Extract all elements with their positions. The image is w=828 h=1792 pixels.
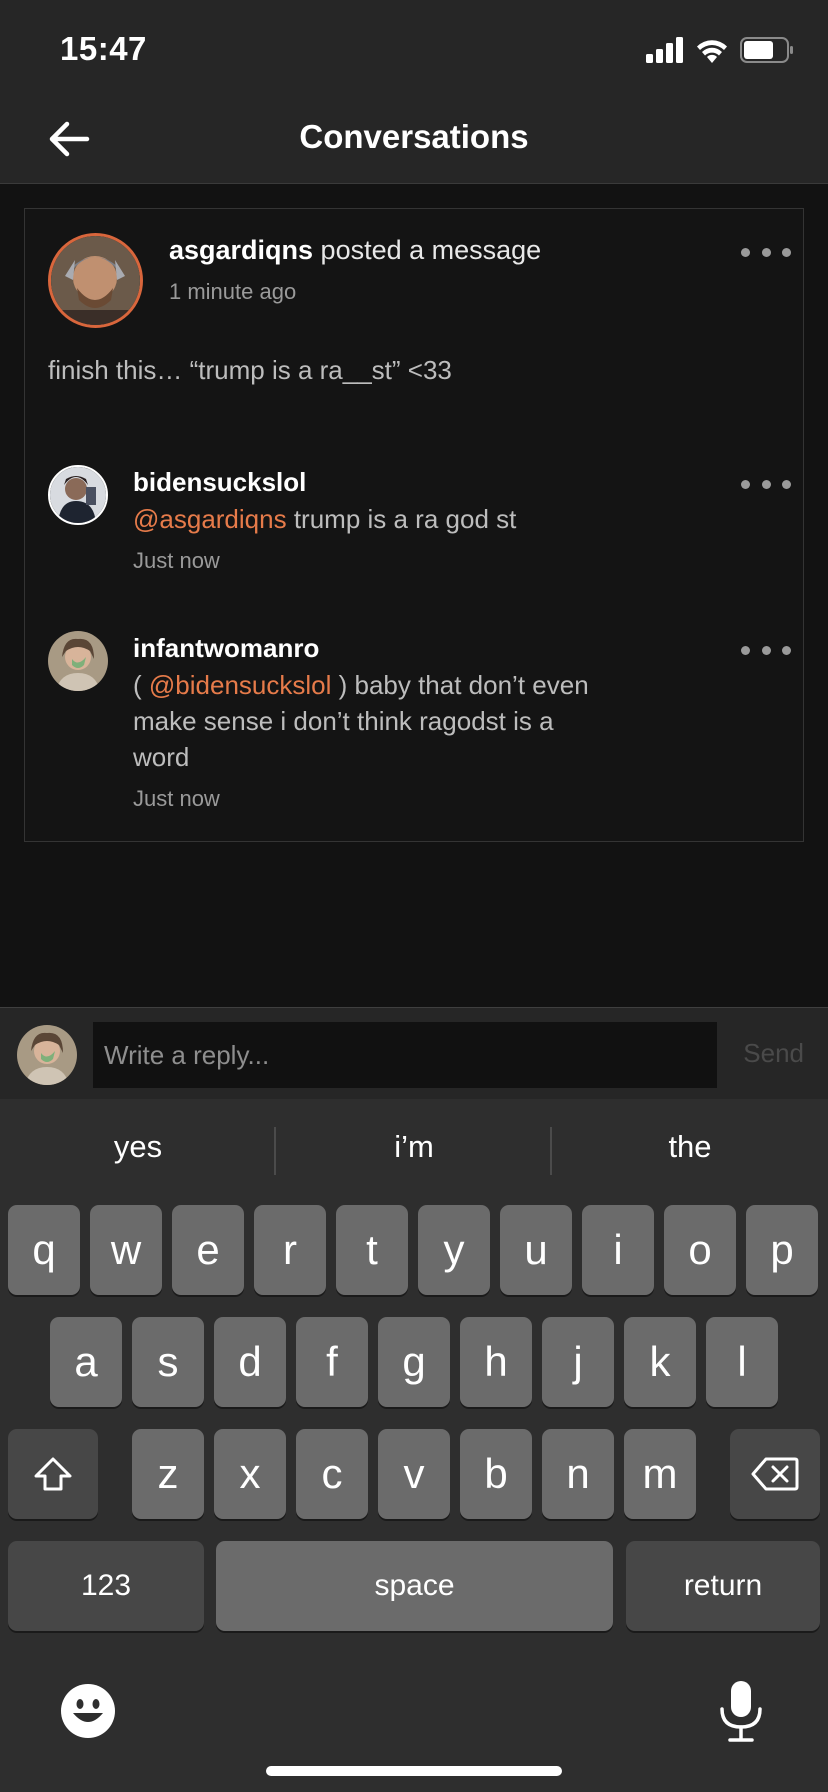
key-w[interactable]: w — [90, 1205, 162, 1295]
key-z[interactable]: z — [132, 1429, 204, 1519]
key-r[interactable]: r — [254, 1205, 326, 1295]
comment-text: ( @bidensuckslol ) baby that don’t even … — [133, 670, 589, 772]
avatar — [17, 1025, 77, 1085]
key-v[interactable]: v — [378, 1429, 450, 1519]
comment-more-button[interactable] — [741, 474, 791, 494]
key-x[interactable]: x — [214, 1429, 286, 1519]
mention-link[interactable]: @asgardiqns — [133, 504, 287, 534]
comment-username[interactable]: bidensuckslol — [133, 467, 306, 498]
key-u[interactable]: u — [500, 1205, 572, 1295]
shift-icon — [34, 1457, 72, 1491]
key-a[interactable]: a — [50, 1317, 122, 1407]
key-i[interactable]: i — [582, 1205, 654, 1295]
microphone-icon — [720, 1681, 762, 1742]
keyboard: yes i’m the q w e r t y u i o p a s d f … — [0, 1099, 828, 1792]
key-m[interactable]: m — [624, 1429, 696, 1519]
post-timestamp: 1 minute ago — [169, 279, 297, 304]
numbers-key[interactable]: 123 — [8, 1541, 204, 1631]
key-j[interactable]: j — [542, 1317, 614, 1407]
key-g[interactable]: g — [378, 1317, 450, 1407]
key-t[interactable]: t — [336, 1205, 408, 1295]
key-b[interactable]: b — [460, 1429, 532, 1519]
post-body: finish this… “trump is a ra__st” <33 — [48, 355, 452, 385]
wifi-icon — [697, 40, 727, 63]
status-time: 15:47 — [60, 30, 147, 67]
post-header: asgardiqns posted a message — [169, 235, 541, 266]
emoji-icon — [61, 1684, 115, 1738]
comment-text: @asgardiqns trump is a ra god st — [133, 504, 517, 534]
avatar[interactable] — [48, 465, 108, 525]
comment-timestamp: Just now — [133, 548, 220, 573]
suggestion-item[interactable]: yes — [0, 1129, 276, 1165]
comment-username[interactable]: infantwomanro — [133, 633, 319, 664]
send-button[interactable]: Send — [743, 1038, 804, 1069]
reply-input[interactable] — [93, 1022, 717, 1088]
key-f[interactable]: f — [296, 1317, 368, 1407]
key-k[interactable]: k — [624, 1317, 696, 1407]
more-dots-icon — [741, 479, 750, 489]
delete-icon — [751, 1457, 799, 1491]
key-p[interactable]: p — [746, 1205, 818, 1295]
comment-more-button[interactable] — [741, 640, 791, 660]
mention-link[interactable]: @bidensuckslol — [149, 670, 331, 700]
home-indicator — [266, 1766, 562, 1776]
post-action: posted a message — [313, 235, 542, 265]
suggestion-item[interactable]: i’m — [276, 1129, 552, 1165]
battery-icon — [740, 37, 793, 63]
key-e[interactable]: e — [172, 1205, 244, 1295]
page-title: Conversations — [299, 118, 529, 155]
suggestion-bar: yes i’m the — [0, 1099, 828, 1199]
delete-key[interactable] — [730, 1429, 820, 1519]
key-c[interactable]: c — [296, 1429, 368, 1519]
key-n[interactable]: n — [542, 1429, 614, 1519]
shift-key[interactable] — [8, 1429, 98, 1519]
key-s[interactable]: s — [132, 1317, 204, 1407]
status-bar: 15:47 — [0, 0, 828, 94]
return-key[interactable]: return — [626, 1541, 820, 1631]
post-more-button[interactable] — [741, 242, 791, 262]
key-q[interactable]: q — [8, 1205, 80, 1295]
microphone-button[interactable] — [716, 1679, 766, 1743]
status-icons — [646, 36, 794, 64]
reply-bar: Send — [0, 1007, 828, 1099]
conversation-card: asgardiqns posted a message 1 minute ago… — [24, 208, 804, 842]
key-l[interactable]: l — [706, 1317, 778, 1407]
comment-timestamp: Just now — [133, 786, 220, 811]
space-key[interactable]: space — [216, 1541, 613, 1631]
avatar[interactable] — [48, 631, 108, 691]
post-username[interactable]: asgardiqns — [169, 235, 313, 265]
suggestion-item[interactable]: the — [552, 1129, 828, 1165]
key-d[interactable]: d — [214, 1317, 286, 1407]
key-h[interactable]: h — [460, 1317, 532, 1407]
signal-icon — [646, 37, 683, 63]
key-o[interactable]: o — [664, 1205, 736, 1295]
key-y[interactable]: y — [418, 1205, 490, 1295]
more-dots-icon — [741, 247, 750, 257]
more-dots-icon — [741, 645, 750, 655]
avatar[interactable] — [48, 233, 143, 328]
emoji-button[interactable] — [60, 1683, 116, 1739]
nav-bar: Conversations — [0, 94, 828, 184]
